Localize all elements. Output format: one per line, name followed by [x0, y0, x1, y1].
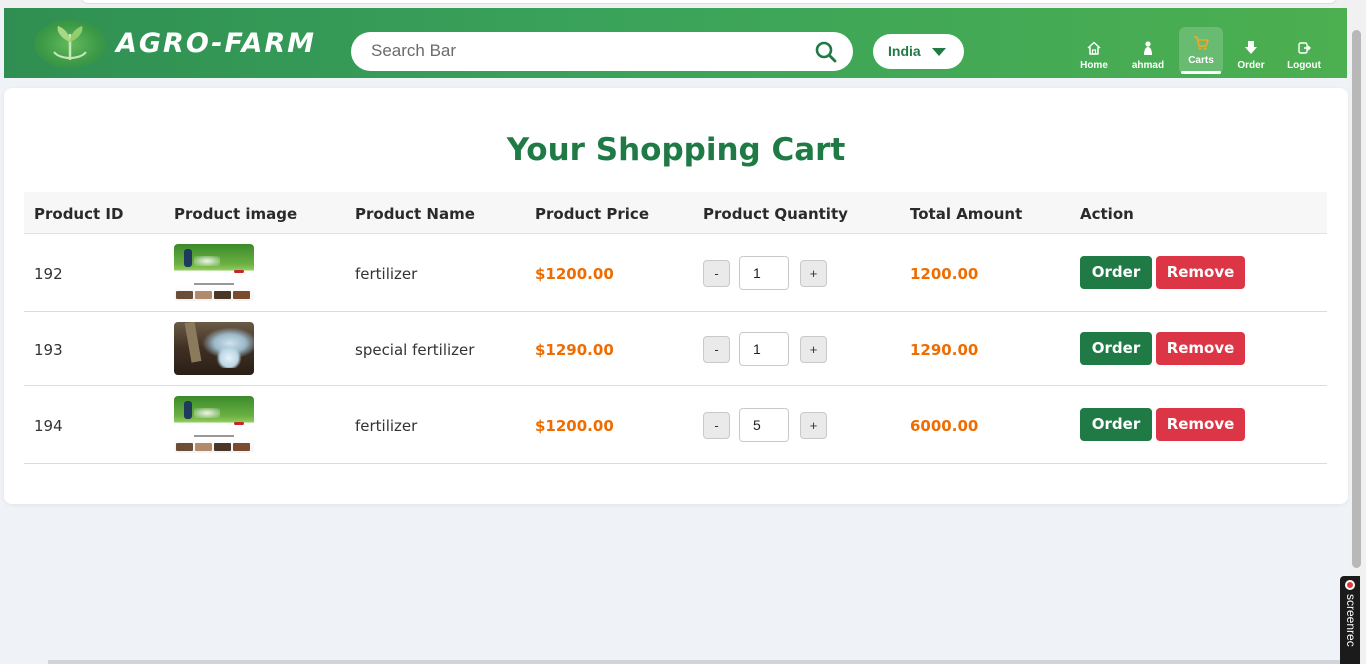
quantity-input[interactable]: 1	[739, 332, 789, 366]
nav-order[interactable]: Order	[1231, 36, 1271, 82]
nav-logout-label: Logout	[1287, 60, 1321, 71]
order-icon	[1231, 40, 1271, 58]
quantity-decrease-button[interactable]: -	[703, 336, 730, 363]
home-icon	[1074, 40, 1114, 58]
nav-carts-label: Carts	[1188, 55, 1214, 66]
nav-user[interactable]: ahmad	[1128, 36, 1168, 82]
quantity-input[interactable]: 5	[739, 408, 789, 442]
product-image	[174, 322, 254, 375]
screenrec-widget[interactable]: screenrec	[1340, 576, 1360, 664]
quantity-decrease-button[interactable]: -	[703, 260, 730, 287]
product-id: 192	[34, 265, 63, 283]
nav-user-label: ahmad	[1131, 60, 1165, 71]
search-box	[351, 32, 853, 71]
record-icon	[1345, 580, 1355, 590]
product-image	[174, 244, 254, 301]
bottom-edge	[48, 660, 1340, 664]
country-value: India	[888, 43, 921, 59]
product-price: $1200.00	[535, 417, 614, 435]
order-button[interactable]: Order	[1080, 408, 1152, 441]
browser-top-strip	[0, 0, 1366, 8]
product-id: 193	[34, 341, 63, 359]
nav-logout[interactable]: Logout	[1284, 36, 1324, 82]
screenrec-label: screenrec	[1344, 594, 1358, 647]
product-price: $1200.00	[535, 265, 614, 283]
brand-name[interactable]: AGRO-FARM	[116, 28, 316, 59]
header-product-name: Product Name	[355, 205, 475, 223]
order-button[interactable]: Order	[1080, 332, 1152, 365]
page-scrollbar[interactable]	[1349, 0, 1366, 664]
table-row: 194 fertilizer $1200.00 - 5 + 6000.00 Or…	[24, 386, 1327, 464]
logo-icon	[34, 20, 106, 68]
nav-home-label: Home	[1080, 60, 1108, 71]
order-button[interactable]: Order	[1080, 256, 1152, 289]
total-amount: 6000.00	[910, 417, 979, 435]
country-select[interactable]: India	[873, 34, 964, 69]
scrollbar-thumb[interactable]	[1352, 30, 1361, 568]
table-row: 193 special fertilizer $1290.00 - 1 + 12…	[24, 312, 1327, 386]
navbar: AGRO-FARM India Home ahmad Carts	[4, 8, 1347, 78]
quantity-increase-button[interactable]: +	[800, 412, 827, 439]
total-amount: 1290.00	[910, 341, 979, 359]
product-image	[174, 396, 254, 453]
quantity-decrease-button[interactable]: -	[703, 412, 730, 439]
address-bar-edge	[80, 0, 1338, 4]
quantity-input[interactable]: 1	[739, 256, 789, 290]
logout-icon	[1284, 40, 1324, 58]
product-name: fertilizer	[355, 265, 418, 283]
header-total-amount: Total Amount	[910, 205, 1023, 223]
remove-button[interactable]: Remove	[1156, 256, 1245, 289]
active-indicator	[1181, 71, 1221, 74]
table-header: Product ID Product image Product Name Pr…	[24, 192, 1327, 234]
header-product-id: Product ID	[34, 205, 124, 223]
header-product-price: Product Price	[535, 205, 649, 223]
header-product-image: Product image	[174, 205, 298, 223]
chevron-down-icon	[932, 48, 946, 56]
nav-carts[interactable]: Carts	[1179, 27, 1223, 74]
table-row: 192 fertilizer $1200.00 - 1 + 1200.00 Or…	[24, 234, 1327, 312]
page-title: Your Shopping Cart	[506, 132, 846, 168]
quantity-increase-button[interactable]: +	[800, 260, 827, 287]
remove-button[interactable]: Remove	[1156, 408, 1245, 441]
search-input[interactable]	[371, 40, 801, 62]
product-name: special fertilizer	[355, 341, 475, 359]
header-action: Action	[1080, 205, 1134, 223]
nav-home[interactable]: Home	[1074, 36, 1114, 82]
nav-order-label: Order	[1237, 60, 1265, 71]
product-id: 194	[34, 417, 63, 435]
cart-card: Your Shopping Cart Product ID Product im…	[4, 88, 1348, 504]
cart-table: Product ID Product image Product Name Pr…	[24, 192, 1327, 464]
header-product-quantity: Product Quantity	[703, 205, 848, 223]
total-amount: 1200.00	[910, 265, 979, 283]
cart-icon	[1179, 35, 1223, 53]
remove-button[interactable]: Remove	[1156, 332, 1245, 365]
quantity-increase-button[interactable]: +	[800, 336, 827, 363]
product-price: $1290.00	[535, 341, 614, 359]
search-icon[interactable]	[815, 41, 837, 67]
user-icon	[1128, 40, 1168, 58]
product-name: fertilizer	[355, 417, 418, 435]
